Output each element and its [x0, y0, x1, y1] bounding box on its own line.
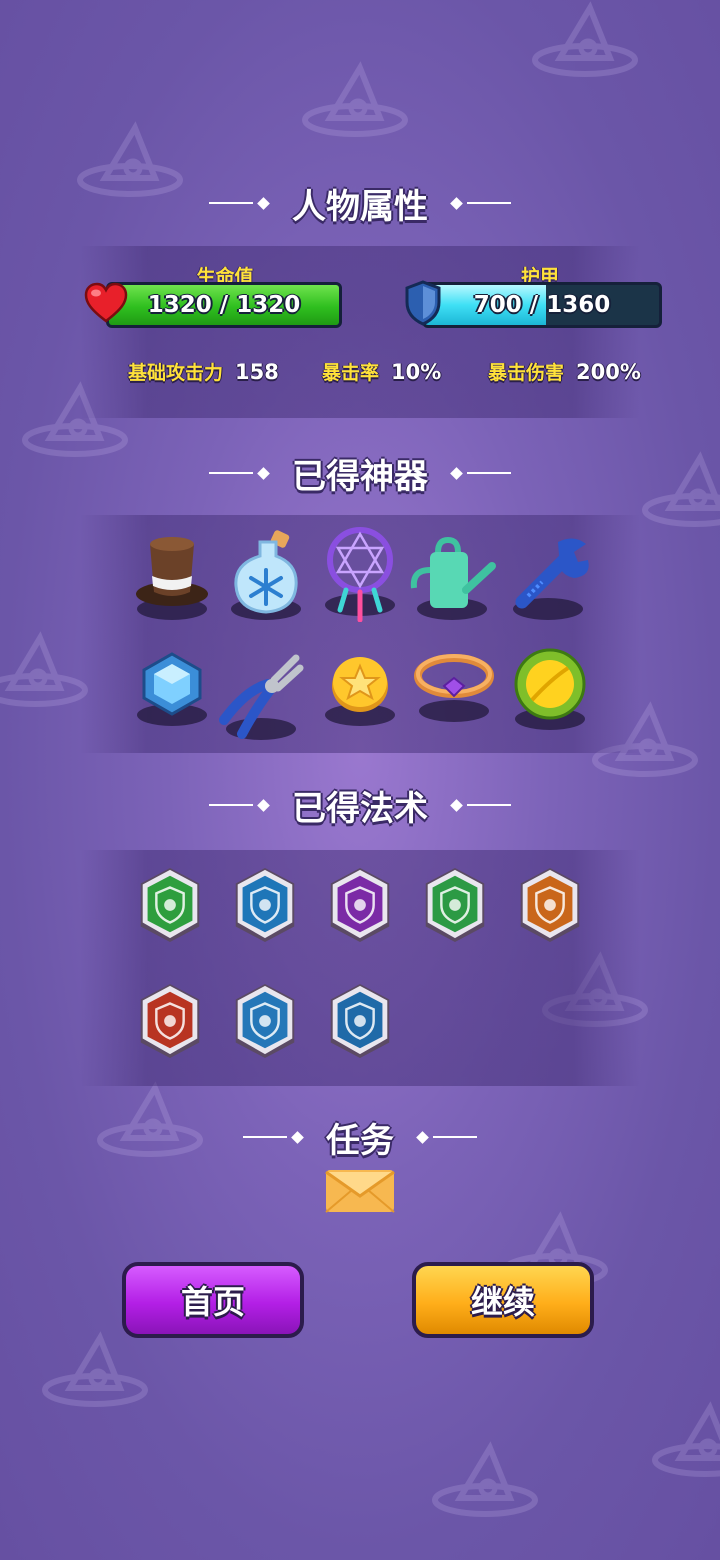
- title-decoration-right: [446, 798, 511, 812]
- tasks-title-text: 任务: [326, 1120, 394, 1161]
- artifact-watering-can[interactable]: [410, 530, 496, 620]
- artifact-blue-gem[interactable]: [132, 636, 212, 726]
- spells-section-title: 已得法术: [0, 782, 720, 829]
- title-decoration-right: [446, 196, 511, 210]
- speed-shield-spell-icon[interactable]: [423, 866, 487, 944]
- attributes-title-text: 人物属性: [292, 186, 428, 227]
- tasks-section-title: 任务: [0, 1114, 720, 1161]
- artifact-wrench[interactable]: [508, 530, 589, 620]
- stat-value: 158: [235, 359, 279, 384]
- pliers-icon: [219, 654, 304, 739]
- blue-gem-icon: [142, 652, 202, 716]
- dreamcatcher-icon: [327, 527, 393, 622]
- top-hat-icon: [136, 537, 208, 606]
- snowflake-potion-icon: [234, 530, 298, 614]
- hp-value: 1320 / 1320: [147, 292, 301, 318]
- boot-shield-spell-icon[interactable]: [328, 982, 392, 1060]
- artifact-dreamcatcher[interactable]: [320, 526, 400, 622]
- fire-ring-spell-icon[interactable]: [138, 982, 202, 1060]
- spells-title-text: 已得法术: [292, 788, 428, 829]
- title-decoration-left: [209, 196, 274, 210]
- background-hat-icon: [0, 631, 88, 707]
- gold-star-coin-icon: [332, 657, 388, 712]
- attributes-section-title: 人物属性: [0, 180, 720, 227]
- frost-spell-icon[interactable]: [233, 866, 297, 944]
- stat-label: 暴击率: [322, 362, 380, 384]
- background-hat-icon: [652, 1401, 720, 1477]
- hp-bar: 1320 / 1320: [106, 282, 342, 328]
- stat-crit-damage: 暴击伤害 200%: [488, 358, 641, 385]
- artifact-gem-ring[interactable]: [414, 640, 494, 730]
- continue-button[interactable]: 继续: [412, 1262, 594, 1338]
- home-button[interactable]: 首页: [122, 1262, 304, 1338]
- stat-crit-rate: 暴击率 10%: [322, 358, 441, 385]
- artifact-snow-potion[interactable]: [226, 530, 306, 620]
- background-hat-icon: [42, 1331, 148, 1407]
- stat-label: 暴击伤害: [488, 362, 565, 384]
- lightning-shield-spell-icon[interactable]: [518, 866, 582, 944]
- stat-value: 10%: [391, 359, 442, 384]
- heart-icon: [84, 282, 128, 323]
- stat-base-attack: 基础攻击力 158: [128, 358, 279, 385]
- artifact-pliers[interactable]: [216, 650, 304, 740]
- heal-shield-spell-icon[interactable]: [233, 982, 297, 1060]
- title-decoration-right: [446, 466, 511, 480]
- armor-bar: 700 / 1360: [422, 282, 662, 328]
- title-decoration-left: [209, 798, 274, 812]
- arcane-shield-spell-icon[interactable]: [328, 866, 392, 944]
- armor-value: 700 / 1360: [473, 292, 611, 318]
- artifact-top-hat[interactable]: [132, 530, 212, 620]
- gem-ring-icon: [414, 654, 494, 698]
- durian-icon: [514, 648, 586, 720]
- stat-value: 200%: [576, 359, 641, 384]
- background-hat-icon: [532, 1, 638, 77]
- poison-skull-spell-icon[interactable]: [138, 866, 202, 944]
- title-decoration-right: [412, 1130, 477, 1144]
- shield-icon: [405, 280, 441, 326]
- title-decoration-left: [243, 1130, 308, 1144]
- background-hat-icon: [432, 1441, 538, 1517]
- wrench-icon: [515, 538, 589, 609]
- title-decoration-left: [209, 466, 274, 480]
- artifacts-title-text: 已得神器: [292, 456, 428, 497]
- stat-label: 基础攻击力: [128, 362, 224, 384]
- watering-can-icon: [410, 536, 496, 608]
- background-hat-icon: [302, 61, 408, 137]
- envelope-icon[interactable]: [324, 1168, 396, 1214]
- artifacts-section-title: 已得神器: [0, 450, 720, 497]
- artifact-gold-coin[interactable]: [320, 636, 400, 726]
- artifact-durian[interactable]: [510, 640, 590, 730]
